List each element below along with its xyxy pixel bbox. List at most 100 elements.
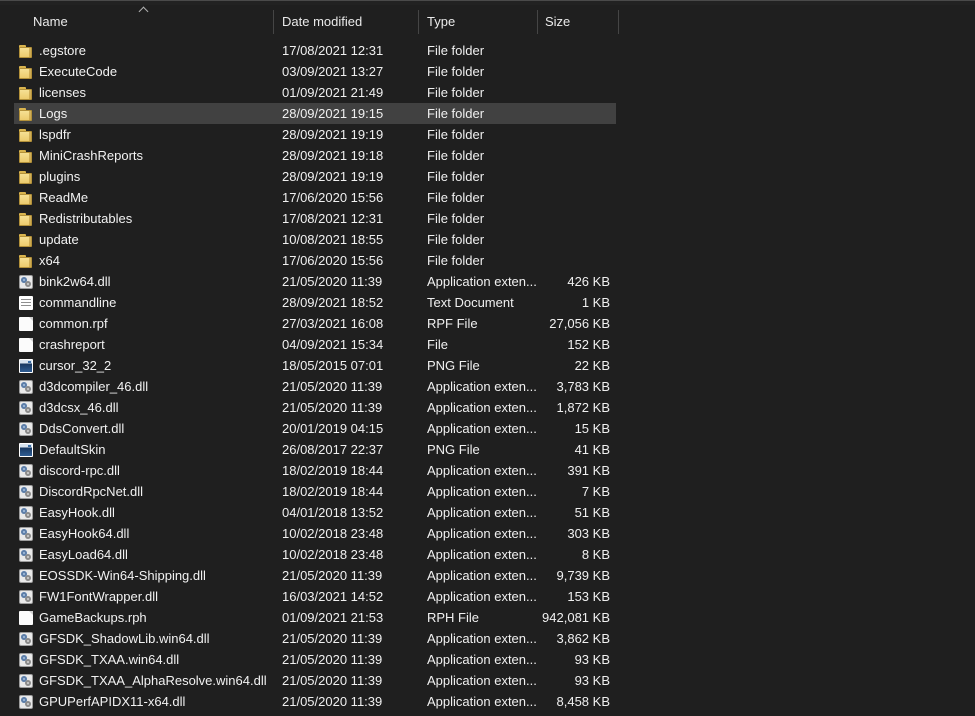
file-row[interactable]: DdsConvert.dll 20/01/2019 04:15 Applicat… [14, 418, 616, 439]
file-row[interactable]: bink2w64.dll 21/05/2020 11:39 Applicatio… [14, 271, 616, 292]
size-cell: 152 KB [567, 337, 610, 352]
file-row[interactable]: GFSDK_TXAA.win64.dll 21/05/2020 11:39 Ap… [14, 649, 616, 670]
folder-row[interactable]: Logs 28/09/2021 19:15 File folder [14, 103, 616, 124]
date-modified-cell: 21/05/2020 11:39 [282, 274, 383, 289]
folder-icon [19, 149, 33, 163]
column-header-size[interactable]: Size [545, 12, 570, 32]
dll-icon [19, 547, 33, 562]
dll-icon [19, 631, 33, 646]
type-cell: PNG File [427, 358, 480, 373]
date-modified-cell: 28/09/2021 19:18 [282, 148, 384, 163]
file-row[interactable]: commandline 28/09/2021 18:52 Text Docume… [14, 292, 616, 313]
folder-row[interactable]: ReadMe 17/06/2020 15:56 File folder [14, 187, 616, 208]
folder-row[interactable]: plugins 28/09/2021 19:19 File folder [14, 166, 616, 187]
folder-row[interactable]: update 10/08/2021 18:55 File folder [14, 229, 616, 250]
type-cell: File folder [427, 190, 485, 205]
folder-row[interactable]: .egstore 17/08/2021 12:31 File folder [14, 40, 616, 61]
date-modified-cell: 04/01/2018 13:52 [282, 505, 384, 520]
file-name: DiscordRpcNet.dll [39, 484, 144, 499]
type-cell: Application exten... [427, 274, 537, 289]
column-divider[interactable] [618, 10, 619, 34]
date-modified-cell: 10/08/2021 18:55 [282, 232, 384, 247]
file-row[interactable]: EOSSDK-Win64-Shipping.dll 21/05/2020 11:… [14, 565, 616, 586]
folder-row[interactable]: lspdfr 28/09/2021 19:19 File folder [14, 124, 616, 145]
file-name: GFSDK_TXAA.win64.dll [39, 652, 180, 667]
file-row[interactable]: EasyHook.dll 04/01/2018 13:52 Applicatio… [14, 502, 616, 523]
column-divider[interactable] [537, 10, 538, 34]
name-cell: DdsConvert.dll [14, 421, 273, 436]
file-row[interactable]: discord-rpc.dll 18/02/2019 18:44 Applica… [14, 460, 616, 481]
size-cell: 15 KB [574, 421, 610, 436]
file-row[interactable]: FW1FontWrapper.dll 16/03/2021 14:52 Appl… [14, 586, 616, 607]
size-cell: 8 KB [581, 547, 610, 562]
type-cell: Application exten... [427, 379, 537, 394]
column-header-name[interactable]: Name [33, 12, 68, 32]
folder-icon [19, 233, 33, 247]
name-cell: lspdfr [14, 127, 273, 142]
file-name: .egstore [39, 43, 86, 58]
folder-row[interactable]: MiniCrashReports 28/09/2021 19:18 File f… [14, 145, 616, 166]
type-cell: PNG File [427, 442, 480, 457]
file-name: DdsConvert.dll [39, 421, 125, 436]
name-cell: GFSDK_TXAA.win64.dll [14, 652, 273, 667]
file-row[interactable]: EasyHook64.dll 10/02/2018 23:48 Applicat… [14, 523, 616, 544]
file-name: MiniCrashReports [39, 148, 144, 163]
date-modified-cell: 17/08/2021 12:31 [282, 43, 384, 58]
type-cell: File folder [427, 169, 485, 184]
sort-ascending-icon [139, 5, 148, 14]
date-modified-cell: 26/08/2017 22:37 [282, 442, 384, 457]
date-modified-cell: 03/09/2021 13:27 [282, 64, 384, 79]
column-headers: Name Date modified Type Size [0, 5, 975, 38]
type-cell: RPF File [427, 316, 478, 331]
column-header-date-modified[interactable]: Date modified [282, 12, 362, 32]
file-row[interactable]: GFSDK_TXAA_AlphaResolve.win64.dll 21/05/… [14, 670, 616, 691]
file-row[interactable]: crashreport 04/09/2021 15:34 File 152 KB [14, 334, 616, 355]
dll-icon [19, 400, 33, 415]
file-row[interactable]: GFSDK_ShadowLib.win64.dll 21/05/2020 11:… [14, 628, 616, 649]
dll-icon [19, 652, 33, 667]
file-row[interactable]: d3dcsx_46.dll 21/05/2020 11:39 Applicati… [14, 397, 616, 418]
file-row[interactable]: cursor_32_2 18/05/2015 07:01 PNG File 22… [14, 355, 616, 376]
name-cell: FW1FontWrapper.dll [14, 589, 273, 604]
file-row[interactable]: common.rpf 27/03/2021 16:08 RPF File 27,… [14, 313, 616, 334]
file-icon [19, 337, 33, 352]
file-name: Logs [39, 106, 68, 121]
file-name: update [39, 232, 79, 247]
size-cell: 391 KB [567, 463, 610, 478]
folder-row[interactable]: Redistributables 17/08/2021 12:31 File f… [14, 208, 616, 229]
size-cell: 426 KB [567, 274, 610, 289]
column-divider[interactable] [273, 10, 274, 34]
file-row[interactable]: DiscordRpcNet.dll 18/02/2019 18:44 Appli… [14, 481, 616, 502]
folder-row[interactable]: ExecuteCode 03/09/2021 13:27 File folder [14, 61, 616, 82]
file-name: x64 [39, 253, 60, 268]
date-modified-cell: 28/09/2021 18:52 [282, 295, 384, 310]
file-row[interactable]: DefaultSkin 26/08/2017 22:37 PNG File 41… [14, 439, 616, 460]
file-row[interactable]: EasyLoad64.dll 10/02/2018 23:48 Applicat… [14, 544, 616, 565]
file-row[interactable]: GameBackups.rph 01/09/2021 21:53 RPH Fil… [14, 607, 616, 628]
column-header-type[interactable]: Type [427, 12, 455, 32]
column-divider[interactable] [418, 10, 419, 34]
file-row[interactable]: GPUPerfAPIDX11-x64.dll 21/05/2020 11:39 … [14, 691, 616, 712]
date-modified-cell: 21/05/2020 11:39 [282, 673, 383, 688]
size-cell: 9,739 KB [556, 568, 611, 583]
type-cell: Application exten... [427, 400, 537, 415]
dll-icon [19, 421, 33, 436]
name-cell: EasyLoad64.dll [14, 547, 273, 562]
name-cell: plugins [14, 169, 273, 184]
file-row[interactable] [14, 712, 616, 716]
name-cell: common.rpf [14, 316, 273, 331]
name-cell: EasyHook64.dll [14, 526, 273, 541]
size-cell: 303 KB [567, 526, 610, 541]
folder-row[interactable]: x64 17/06/2020 15:56 File folder [14, 250, 616, 271]
file-row[interactable]: d3dcompiler_46.dll 21/05/2020 11:39 Appl… [14, 376, 616, 397]
dll-icon [19, 484, 33, 499]
type-cell: File folder [427, 127, 485, 142]
date-modified-cell: 01/09/2021 21:49 [282, 85, 384, 100]
name-cell: bink2w64.dll [14, 274, 273, 289]
folder-row[interactable]: licenses 01/09/2021 21:49 File folder [14, 82, 616, 103]
file-name: discord-rpc.dll [39, 463, 120, 478]
text-icon [19, 295, 33, 310]
size-cell: 3,783 KB [556, 379, 611, 394]
file-name: EasyHook64.dll [39, 526, 130, 541]
file-name: ReadMe [39, 190, 89, 205]
